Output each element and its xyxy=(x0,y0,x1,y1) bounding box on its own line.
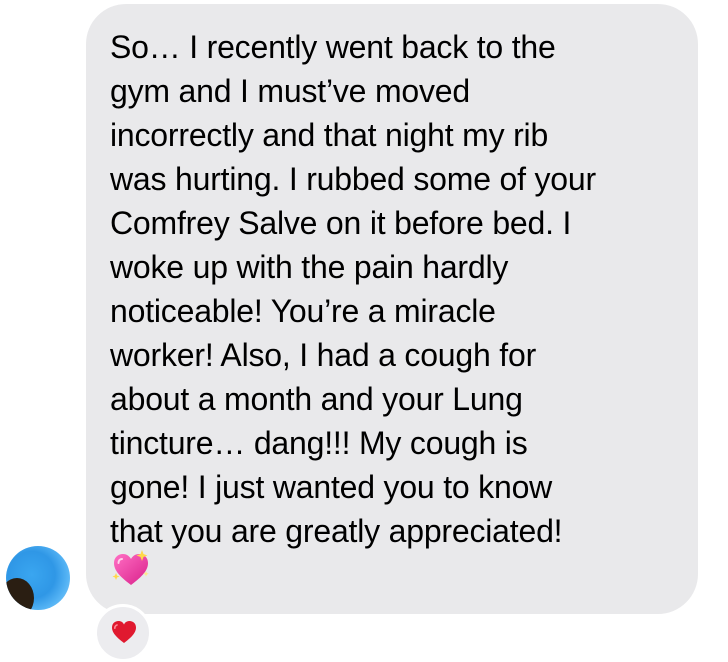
message-text: So… I recently went back to the gym and … xyxy=(110,29,596,549)
sender-avatar[interactable] xyxy=(6,546,70,610)
red-heart-icon xyxy=(112,621,136,643)
heart-reaction-badge[interactable] xyxy=(94,604,152,662)
message-thread: So… I recently went back to the gym and … xyxy=(0,0,728,662)
sparkling-heart-icon xyxy=(112,550,149,585)
avatar-hair-shape xyxy=(6,578,34,610)
